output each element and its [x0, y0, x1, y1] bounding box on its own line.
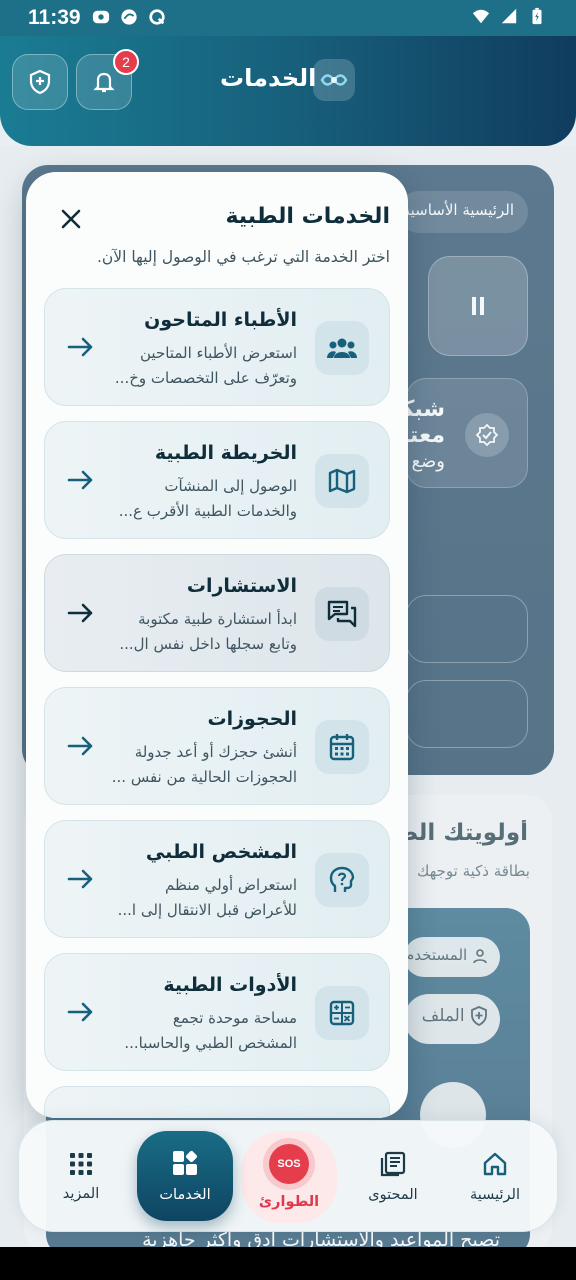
- service-desc-line: أنشئ حجزك أو أعد جدولة: [134, 743, 297, 761]
- service-description: الوصول إلى المنشآت والخدمات الطبية الأقر…: [87, 474, 297, 524]
- nav-home-label: الرئيسية: [470, 1187, 520, 1203]
- notification-badge: 2: [113, 49, 139, 75]
- service-title: الاستشارات: [186, 575, 297, 597]
- service-desc-line: مساحة موحدة تجمع: [172, 1009, 297, 1027]
- page-title: الخدمات: [220, 64, 317, 92]
- service-title: المشخص الطبي: [145, 841, 297, 863]
- service-description: استعراض أولي منظم للأعراض قبل الانتقال إ…: [87, 873, 297, 923]
- status-bar: 11:39: [0, 0, 576, 36]
- nav-services[interactable]: الخدمات: [137, 1131, 233, 1221]
- service-desc-line: وتابع سجلها داخل نفس ال...: [119, 635, 297, 653]
- services-grid-icon: [173, 1150, 198, 1175]
- nav-emergency-label: الطوارئ: [258, 1194, 320, 1210]
- nav-more[interactable]: المزيد: [47, 1121, 115, 1233]
- nav-services-label: الخدمات: [159, 1187, 211, 1203]
- home-icon: [483, 1152, 507, 1176]
- service-desc-line: استعرض الأطباء المتاحين: [140, 344, 297, 362]
- service-card-doctors[interactable]: الأطباء المتاحون استعرض الأطباء المتاحين…: [44, 288, 390, 406]
- drawer-title: الخدمات الطبية: [225, 204, 390, 229]
- service-card-consultations[interactable]: الاستشارات ابدأ استشارة طبية مكتوبة وتاب…: [44, 554, 390, 672]
- service-desc-line: وتعرّف على التخصصات وخ...: [114, 369, 297, 387]
- nav-emergency[interactable]: SOS الطوارئ: [241, 1131, 337, 1223]
- service-title: الأطباء المتاحون: [144, 309, 297, 331]
- app-logo: [313, 59, 355, 101]
- calendar-icon: [315, 720, 369, 774]
- apps-grid-icon: [70, 1153, 92, 1175]
- arrow-right-icon: [67, 337, 93, 357]
- record-icon: [92, 10, 110, 24]
- doctors-group-icon: [315, 321, 369, 375]
- nav-home[interactable]: الرئيسية: [459, 1121, 531, 1233]
- service-desc-line: والخدمات الطبية الأقرب ع...: [118, 502, 297, 520]
- service-desc-line: استعراض أولي منظم: [165, 876, 297, 894]
- wifi-icon: [472, 9, 490, 24]
- shield-icon: [29, 69, 51, 95]
- service-card-medical-tools[interactable]: الأدوات الطبية مساحة موحدة تجمع المشخص ا…: [44, 953, 390, 1071]
- service-description: أنشئ حجزك أو أعد جدولة الحجوزات الحالية …: [87, 740, 297, 790]
- service-desc-line: الوصول إلى المنشآت: [164, 477, 297, 495]
- app-notification-icon: [121, 9, 137, 25]
- nav-content[interactable]: المحتوى: [357, 1121, 429, 1233]
- service-description: مساحة موحدة تجمع المشخص الطبي والحاسبا..…: [87, 1006, 297, 1056]
- sync-icon: [149, 9, 165, 25]
- medical-services-drawer: الخدمات الطبية اختر الخدمة التي ترغب في …: [26, 172, 408, 1118]
- system-navigation-bar: [0, 1247, 576, 1280]
- notifications-button[interactable]: 2: [76, 49, 139, 110]
- map-icon: [315, 454, 369, 508]
- bell-icon: [93, 72, 115, 93]
- service-desc-line: للأعراض قبل الانتقال إلى ا...: [117, 901, 297, 919]
- chat-icon: [315, 587, 369, 641]
- nav-content-label: المحتوى: [368, 1187, 418, 1203]
- app-header: 2 الخدمات: [0, 36, 576, 146]
- service-description: ابدأ استشارة طبية مكتوبة وتابع سجلها داخ…: [87, 607, 297, 657]
- arrow-right-icon: [67, 736, 93, 756]
- articles-icon: [380, 1151, 406, 1177]
- service-title: الحجوزات: [207, 708, 298, 730]
- drawer-subtitle: اختر الخدمة التي ترغب في الوصول إليها ال…: [96, 248, 390, 266]
- service-description: استعرض الأطباء المتاحين وتعرّف على التخص…: [87, 341, 297, 391]
- arrow-right-icon: [67, 603, 93, 623]
- service-card-diagnosis[interactable]: المشخص الطبي استعراض أولي منظم للأعراض ق…: [44, 820, 390, 938]
- arrow-right-icon: [67, 869, 93, 889]
- calculator-icon: [315, 986, 369, 1040]
- security-button[interactable]: [12, 54, 68, 110]
- service-desc-line: الحجوزات الحالية من نفس ...: [111, 768, 297, 786]
- battery-icon: [532, 7, 542, 25]
- service-card-bookings[interactable]: الحجوزات أنشئ حجزك أو أعد جدولة الحجوزات…: [44, 687, 390, 805]
- logo-icon: [320, 74, 348, 86]
- service-title: الخريطة الطبية: [154, 442, 297, 464]
- service-desc-line: ابدأ استشارة طبية مكتوبة: [138, 610, 297, 628]
- signal-icon: [501, 8, 517, 24]
- arrow-right-icon: [67, 1002, 93, 1022]
- nav-more-label: المزيد: [62, 1186, 100, 1202]
- diagnosis-head-icon: [315, 853, 369, 907]
- status-time: 11:39: [28, 6, 81, 29]
- service-title: الأدوات الطبية: [163, 974, 297, 996]
- bottom-navigation: الرئيسية المحتوى SOS الطوارئ الخدمات الم…: [18, 1120, 558, 1232]
- close-button[interactable]: [56, 204, 86, 234]
- service-card-next[interactable]: [44, 1086, 390, 1118]
- service-card-medical-map[interactable]: الخريطة الطبية الوصول إلى المنشآت والخدم…: [44, 421, 390, 539]
- sos-icon: SOS: [269, 1144, 309, 1184]
- service-desc-line: المشخص الطبي والحاسبا...: [124, 1034, 297, 1052]
- arrow-right-icon: [67, 470, 93, 490]
- close-icon: [61, 209, 81, 229]
